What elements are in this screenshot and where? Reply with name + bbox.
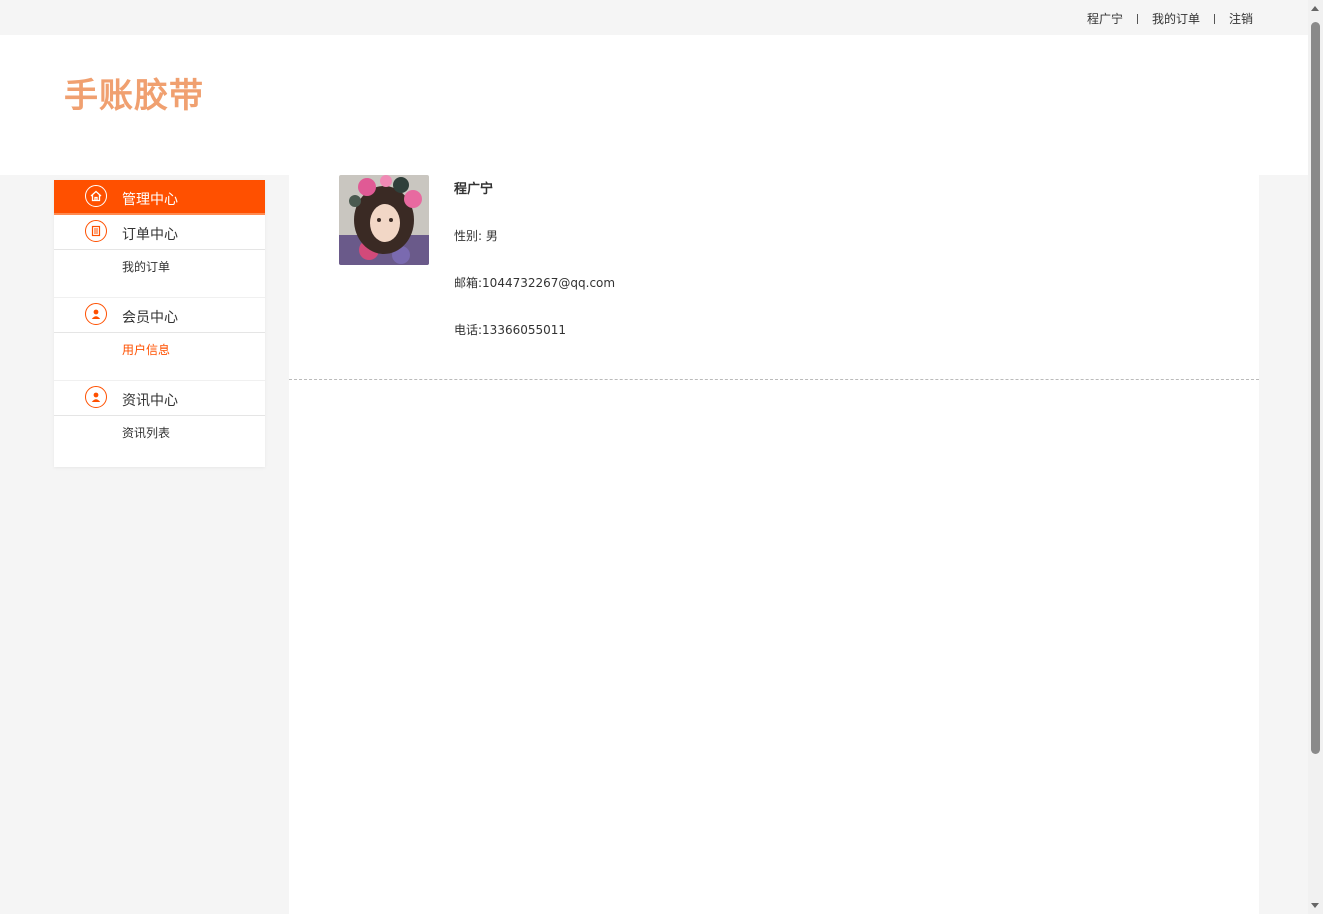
sidebar-item-order-center[interactable]: 订单中心 [54, 215, 265, 250]
home-icon [85, 185, 107, 207]
sidebar-subitems-news: 资讯列表 [54, 416, 265, 463]
logout-link[interactable]: 注销 [1229, 10, 1253, 27]
profile-info: 程广宁 性别: 男 邮箱:1044732267@qq.com 电话:133660… [454, 178, 615, 368]
sidebar-link-news-list[interactable]: 资讯列表 [122, 424, 170, 441]
sidebar-item-label: 管理中心 [122, 192, 178, 208]
profile-name: 程广宁 [454, 182, 494, 197]
top-links: 程广宁 我的订单 注销 [1087, 10, 1253, 27]
scroll-up-icon[interactable] [1311, 6, 1319, 11]
sidebar-subitems-member: 用户信息 [54, 333, 265, 381]
main-content: 程广宁 性别: 男 邮箱:1044732267@qq.com 电话:133660… [289, 175, 1259, 914]
profile-email: 邮箱:1044732267@qq.com [454, 276, 616, 290]
vertical-scrollbar[interactable] [1308, 0, 1323, 914]
profile-gender: 性别: 男 [454, 229, 498, 243]
user-icon [85, 303, 107, 325]
separator [1136, 13, 1138, 24]
sidebar-link-user-info[interactable]: 用户信息 [122, 341, 170, 358]
sidebar-item-label: 会员中心 [122, 310, 178, 326]
sidebar-item-label: 资讯中心 [122, 393, 178, 409]
avatar [339, 175, 429, 265]
document-icon [85, 220, 107, 242]
scrollbar-thumb[interactable] [1311, 22, 1320, 754]
sidebar: 管理中心 订单中心 我的订单 会员中心 用户信息 资讯中心 资讯列表 [54, 180, 265, 467]
sidebar-item-member-center[interactable]: 会员中心 [54, 298, 265, 333]
top-bar: 程广宁 我的订单 注销 [0, 0, 1308, 35]
sidebar-item-news-center[interactable]: 资讯中心 [54, 381, 265, 416]
site-logo[interactable]: 手账胶带 [64, 68, 204, 117]
divider [289, 379, 1259, 380]
sidebar-item-label: 订单中心 [122, 227, 178, 243]
sidebar-link-my-orders[interactable]: 我的订单 [122, 258, 170, 275]
user-name-link[interactable]: 程广宁 [1087, 10, 1123, 27]
my-orders-link[interactable]: 我的订单 [1152, 10, 1200, 27]
separator [1213, 13, 1215, 24]
sidebar-subitems-orders: 我的订单 [54, 250, 265, 298]
profile-phone: 电话:13366055011 [454, 323, 567, 337]
site-header: 手账胶带 [0, 35, 1308, 175]
scroll-down-icon[interactable] [1311, 903, 1319, 908]
sidebar-item-management-center[interactable]: 管理中心 [54, 180, 265, 215]
user-icon [85, 386, 107, 408]
